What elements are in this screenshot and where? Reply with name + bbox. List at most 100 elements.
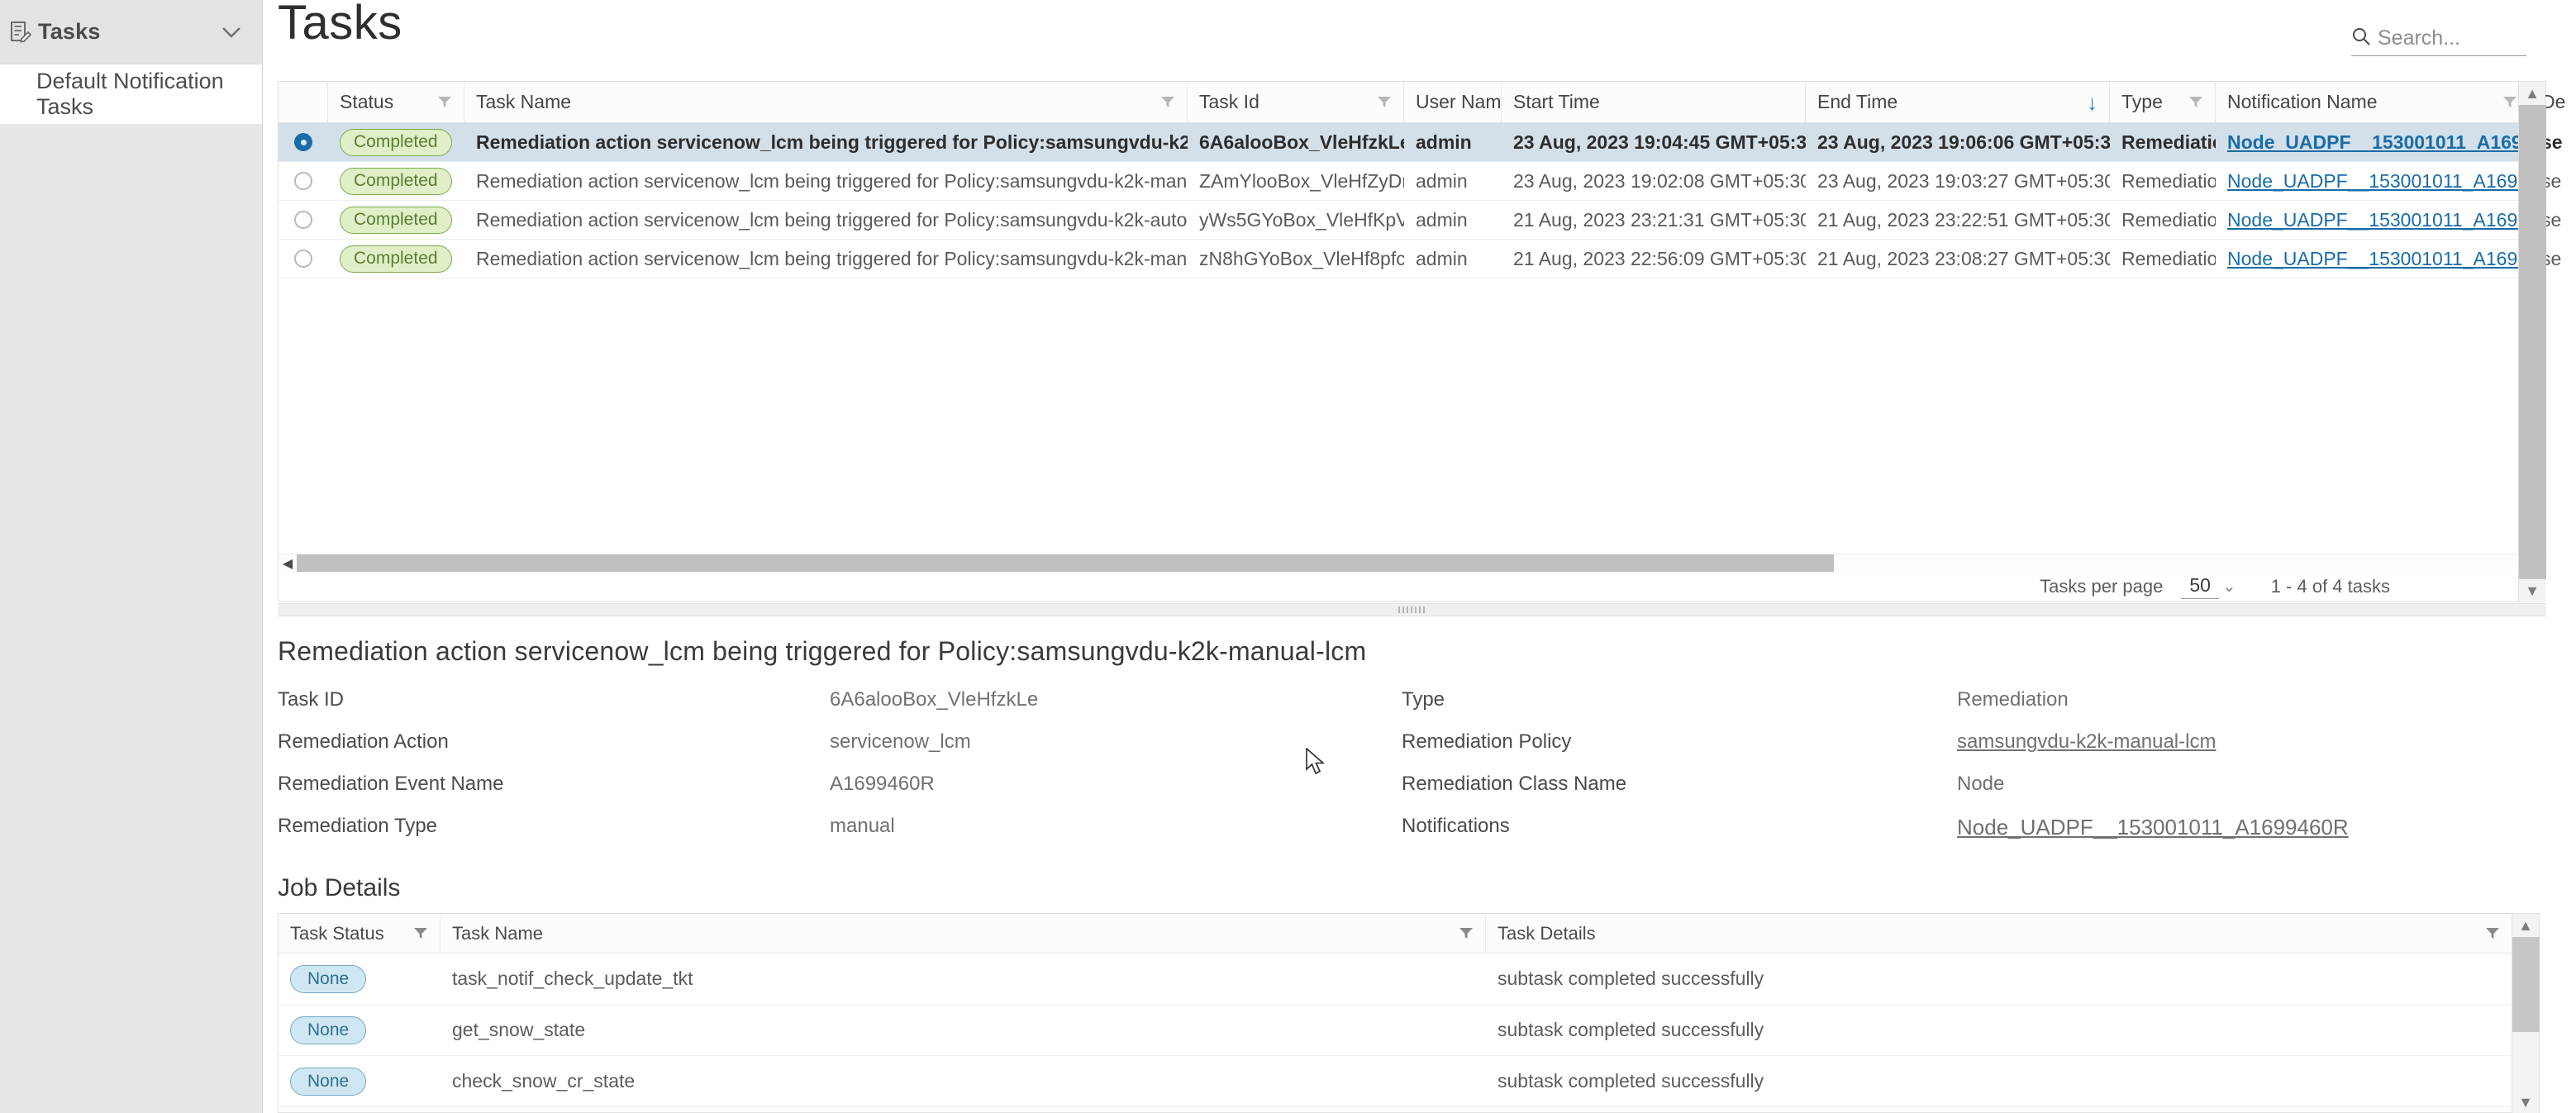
row-notification-cell: Node_UADPF__153001011_A1699460R xyxy=(2216,123,2530,161)
panel-splitter[interactable] xyxy=(278,603,2546,616)
job-table-row[interactable]: None check_snow_cr_state subtask complet… xyxy=(279,1056,2539,1107)
splitter-grip-icon[interactable] xyxy=(1398,606,1426,613)
detail-value: manual xyxy=(830,815,895,837)
search-box[interactable] xyxy=(2351,21,2526,56)
col-type[interactable]: Type xyxy=(2110,82,2216,122)
per-page-value[interactable]: 50 xyxy=(2181,574,2219,599)
col-select xyxy=(279,82,328,122)
filter-icon[interactable] xyxy=(1459,923,1474,944)
filter-icon[interactable] xyxy=(413,923,428,944)
row-task-id-cell: yWs5GYoBox_VleHfKpVJ xyxy=(1199,208,1404,231)
task-status-badge: None xyxy=(290,964,367,993)
row-type-cell: Remediation xyxy=(2121,169,2216,192)
row-task-id-cell: zN8hGYoBox_VleHf8pfc xyxy=(1199,247,1404,269)
scroll-down-icon[interactable]: ▼ xyxy=(2518,1091,2533,1113)
filter-icon[interactable] xyxy=(2502,91,2517,113)
job-table-row[interactable]: None task_notif_check_update_tkt subtask… xyxy=(279,954,2539,1005)
tasks-table-footer: Tasks per page 50 ⌄ 1 - 4 of 4 tasks xyxy=(279,572,2547,601)
radio-selected-icon[interactable] xyxy=(294,133,312,151)
tasks-table-horizontal-scrollbar[interactable]: ◀ ▶ xyxy=(279,554,2547,573)
page-title: Tasks xyxy=(278,0,402,50)
col-task-id[interactable]: Task Id xyxy=(1188,82,1404,122)
row-select-cell[interactable] xyxy=(279,162,328,200)
col-task-name[interactable]: Task Name xyxy=(464,82,1188,122)
table-row[interactable]: Completed Remediation action servicenow_… xyxy=(279,201,2561,240)
row-task-id-cell: 6A6alooBox_VleHfzkLe xyxy=(1199,131,1404,153)
job-table-row[interactable]: None get_snow_state subtask completed su… xyxy=(279,1005,2539,1056)
job-col-task-status[interactable]: Task Status xyxy=(279,914,440,953)
detail-value: A1699460R xyxy=(830,773,935,795)
tasks-table-vertical-scrollbar[interactable]: ▲ ▼ xyxy=(2518,82,2546,602)
notification-link[interactable]: Node_UADPF__153001011_A1699460R xyxy=(2227,209,2530,231)
chevron-down-icon[interactable]: ⌄ xyxy=(2222,576,2236,597)
horizontal-scroll-track[interactable] xyxy=(297,554,2529,573)
radio-unselected-icon[interactable] xyxy=(294,211,312,229)
row-task-name-cell: Remediation action servicenow_lcm being … xyxy=(476,208,1188,231)
scroll-up-icon[interactable]: ▲ xyxy=(2518,914,2533,937)
scroll-down-icon[interactable]: ▼ xyxy=(2525,579,2540,602)
sidebar-item-default-notification-tasks[interactable]: Default Notification Tasks xyxy=(0,64,262,124)
row-user-cell: admin xyxy=(1416,247,1468,269)
job-row-name-cell: get_snow_state xyxy=(452,1019,586,1040)
col-task-name-label: Task Name xyxy=(476,91,572,112)
app-root: Tasks Default Notification Tasks Tasks S… xyxy=(0,0,2576,1113)
tasks-table-header: Status Task Name Task Id User Name Start… xyxy=(279,82,2565,123)
vertical-scroll-track[interactable] xyxy=(2518,105,2546,579)
radio-unselected-icon[interactable] xyxy=(294,250,312,268)
detail-value: Node xyxy=(1957,773,2005,795)
job-details-vertical-scrollbar[interactable]: ▲ ▼ xyxy=(2512,914,2540,1113)
col-status[interactable]: Status xyxy=(328,82,464,122)
notifications-link[interactable]: Node_UADPF__153001011_A1699460R xyxy=(1957,815,2349,840)
chevron-down-icon[interactable] xyxy=(219,26,244,38)
filter-icon[interactable] xyxy=(1160,91,1175,113)
job-row-name-cell: task_notif_check_update_tkt xyxy=(452,968,693,989)
job-col-task-name[interactable]: Task Name xyxy=(440,914,1486,953)
col-start-time[interactable]: Start Time xyxy=(1502,82,1806,122)
col-user-name-label: User Name xyxy=(1416,91,1502,112)
job-col-task-details[interactable]: Task Details xyxy=(1486,914,2512,953)
col-end-time-label: End Time xyxy=(1817,91,1898,112)
row-start-time-cell: 21 Aug, 2023 22:56:09 GMT+05:30 xyxy=(1513,247,1806,269)
filter-icon[interactable] xyxy=(437,91,452,113)
table-row[interactable]: Completed Remediation action servicenow_… xyxy=(279,162,2561,201)
row-select-cell[interactable] xyxy=(279,201,328,239)
sidebar: Tasks Default Notification Tasks xyxy=(0,0,263,1113)
notification-link[interactable]: Node_UADPF__153001011_A1699460R xyxy=(2227,170,2530,193)
filter-icon[interactable] xyxy=(2485,923,2500,944)
row-select-cell[interactable] xyxy=(279,123,328,161)
vertical-scroll-thumb[interactable] xyxy=(2518,105,2546,579)
row-type-cell: Remediation xyxy=(2121,131,2216,153)
notification-link[interactable]: Node_UADPF__153001011_A1699460R xyxy=(2227,131,2530,154)
detail-key: Remediation Class Name xyxy=(1402,773,1627,795)
filter-icon[interactable] xyxy=(2188,91,2203,113)
col-type-label: Type xyxy=(2121,91,2163,112)
job-vertical-scroll-thumb[interactable] xyxy=(2512,937,2540,1033)
row-status-cell: Completed xyxy=(328,123,464,161)
row-notification-cell: Node_UADPF__153001011_A1699460R xyxy=(2216,201,2530,239)
row-user-cell: admin xyxy=(1416,208,1468,231)
detail-key: Remediation Policy xyxy=(1402,730,1572,753)
col-user-name[interactable]: User Name xyxy=(1404,82,1502,122)
tasks-document-icon xyxy=(7,21,35,44)
notification-link[interactable]: Node_UADPF__153001011_A1699460R xyxy=(2227,248,2530,270)
horizontal-scroll-thumb[interactable] xyxy=(297,554,1834,573)
table-row[interactable]: Completed Remediation action servicenow_… xyxy=(279,123,2563,162)
job-vertical-scroll-track[interactable] xyxy=(2512,937,2540,1091)
table-row[interactable]: Completed Remediation action servicenow_… xyxy=(279,240,2561,278)
sidebar-group-tasks[interactable]: Tasks xyxy=(0,0,262,64)
row-select-cell[interactable] xyxy=(279,240,328,278)
task-status-badge: None xyxy=(290,1015,367,1044)
scroll-up-icon[interactable]: ▲ xyxy=(2525,82,2540,105)
row-start-time-cell: 23 Aug, 2023 19:02:08 GMT+05:30 xyxy=(1513,169,1806,192)
search-input[interactable] xyxy=(2378,26,2526,50)
job-col-task-status-label: Task Status xyxy=(290,922,384,944)
col-end-time[interactable]: End Time ↓ xyxy=(1806,82,2110,122)
scroll-left-icon[interactable]: ◀ xyxy=(279,555,297,572)
col-notification-name[interactable]: Notification Name xyxy=(2216,82,2530,122)
status-badge: Completed xyxy=(340,206,452,234)
radio-unselected-icon[interactable] xyxy=(294,172,312,190)
mouse-cursor xyxy=(1306,747,1327,782)
sort-descending-icon[interactable]: ↓ xyxy=(2087,92,2097,113)
filter-icon[interactable] xyxy=(1377,91,1392,113)
remediation-policy-link[interactable]: samsungvdu-k2k-manual-lcm xyxy=(1957,730,2216,754)
